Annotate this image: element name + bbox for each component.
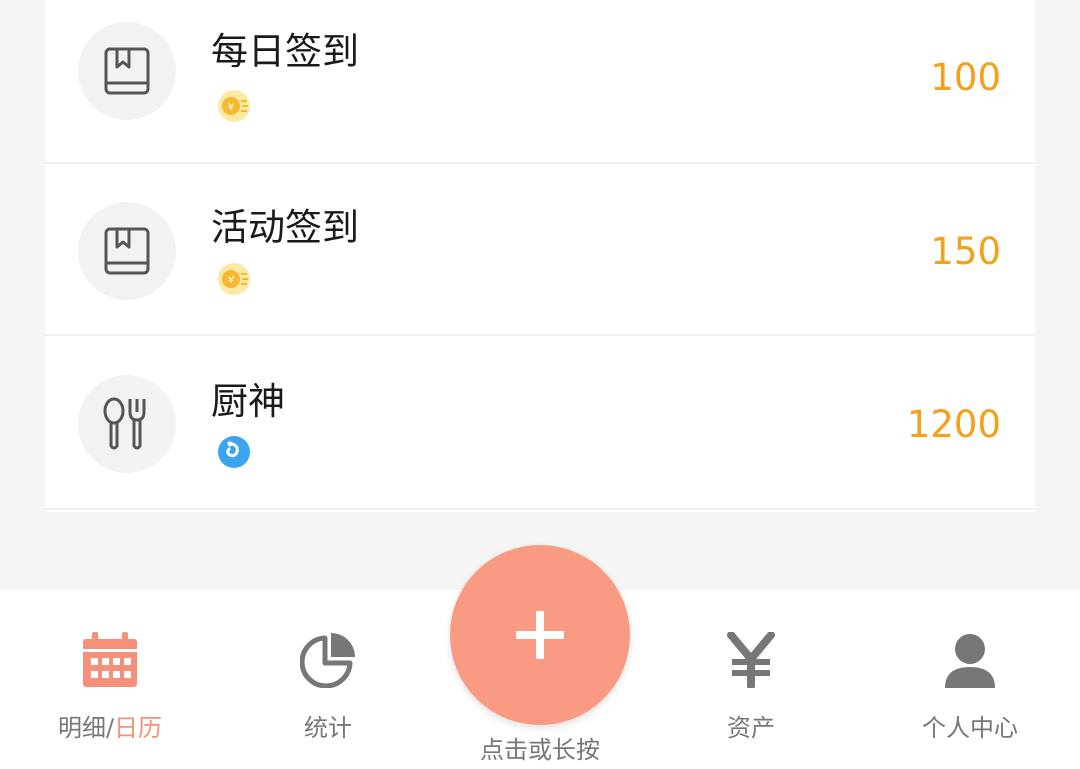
nav-label-assets: 资产 (727, 714, 775, 742)
blue-badge-icon (217, 435, 251, 469)
utensils-icon (78, 375, 176, 473)
svg-text:¥: ¥ (228, 275, 234, 286)
book-icon (78, 202, 176, 300)
nav-label-detail: 明细/日历 (10, 708, 210, 743)
person-icon (942, 632, 998, 688)
calendar-icon (82, 632, 138, 688)
record-amount: 100 (930, 56, 1001, 99)
list-item[interactable]: 每日签到 ¥ 100 (45, 0, 1035, 164)
pie-chart-icon (299, 632, 356, 689)
add-record-button[interactable] (450, 545, 630, 725)
record-title: 每日签到 (211, 30, 359, 73)
record-amount: 1200 (906, 403, 1001, 446)
nav-item-assets[interactable]: 资产 (651, 590, 851, 769)
nav-label-detail-text: 明细/ (57, 714, 115, 742)
record-list: 每日签到 ¥ 100 活动签到 ¥ 150 厨神 1200 (45, 0, 1035, 512)
record-title: 厨神 (211, 380, 285, 423)
record-title: 活动签到 (211, 206, 359, 249)
nav-label-stats: 统计 (304, 714, 352, 742)
list-item[interactable]: 厨神 1200 (45, 338, 1035, 510)
plus-icon (516, 611, 564, 659)
add-button-label: 点击或长按 (480, 736, 600, 764)
svg-text:¥: ¥ (228, 102, 234, 113)
coin-icon: ¥ (217, 262, 251, 296)
nav-item-stats[interactable]: 统计 (228, 590, 428, 769)
nav-label-profile: 个人中心 (922, 714, 1018, 742)
book-icon (78, 22, 176, 120)
nav-label-calendar-text: 日历 (114, 714, 163, 742)
coin-icon: ¥ (217, 89, 251, 123)
record-amount: 150 (930, 230, 1001, 273)
list-item[interactable]: 活动签到 ¥ 150 (45, 164, 1035, 336)
nav-item-detail[interactable]: 明细/日历 (10, 590, 210, 769)
yen-icon (723, 631, 779, 690)
nav-item-profile[interactable]: 个人中心 (870, 590, 1070, 769)
